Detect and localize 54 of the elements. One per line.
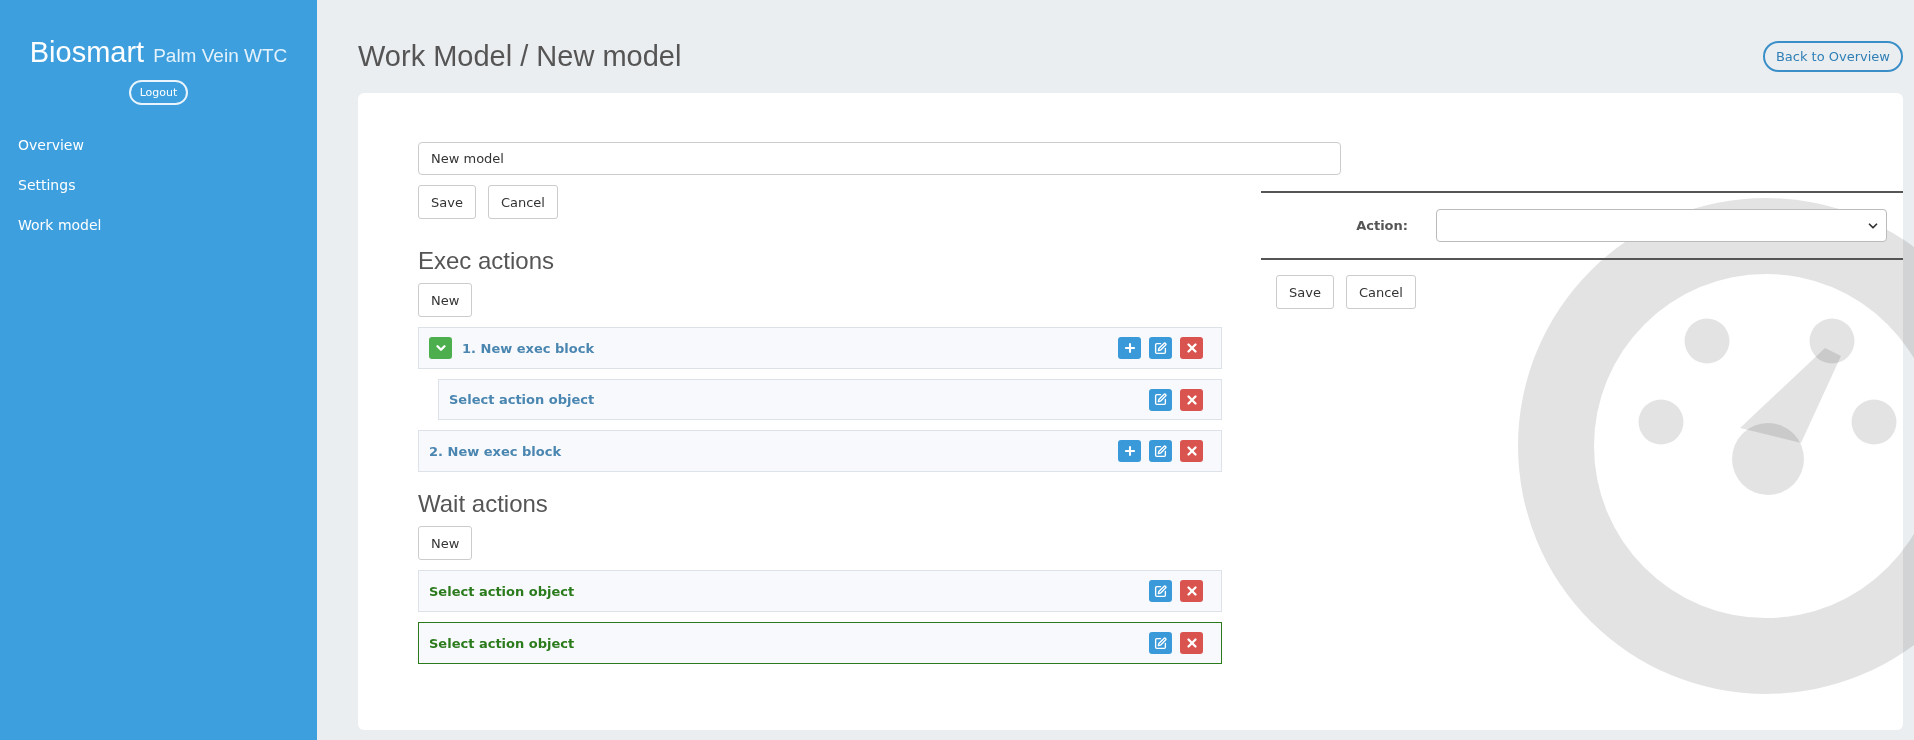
brand-subtitle: Palm Vein WTC	[153, 45, 288, 67]
delete-button[interactable]	[1180, 580, 1203, 602]
action-title: Select action object	[429, 635, 576, 651]
page-title: Work Model / New model	[358, 40, 682, 73]
action-label: Action:	[1355, 218, 1408, 233]
cancel-button[interactable]: Cancel	[487, 185, 558, 219]
add-button[interactable]	[1118, 337, 1141, 359]
edit-button[interactable]	[1149, 632, 1172, 654]
back-button[interactable]: Back to Overview	[1762, 41, 1903, 72]
action-title: Select action object	[429, 583, 576, 599]
logout-button[interactable]: Logout	[128, 80, 189, 105]
new-button[interactable]: New	[418, 283, 473, 317]
edit-button[interactable]	[1149, 580, 1172, 602]
edit-button[interactable]	[1149, 337, 1172, 359]
exec-block-row[interactable]: 2. New exec block	[418, 430, 1222, 472]
nav-link[interactable]: Settings	[0, 165, 317, 205]
edit-button[interactable]	[1149, 388, 1172, 411]
edit-button[interactable]	[1149, 440, 1172, 462]
action-row[interactable]: Select action object	[438, 379, 1222, 420]
nav-link[interactable]: Overview	[0, 125, 317, 165]
block-title: 2. New exec block	[429, 443, 563, 459]
action-title: Select action object	[449, 392, 596, 407]
exec-block-row[interactable]: 1. New exec block	[418, 327, 1222, 369]
nav-link[interactable]: Work model	[0, 205, 317, 245]
add-button[interactable]	[1118, 440, 1141, 462]
toggle-button[interactable]	[429, 337, 452, 359]
wait-action-row[interactable]: Select action object	[418, 570, 1222, 612]
section-heading: Wait actions	[418, 490, 549, 518]
delete-button[interactable]	[1180, 632, 1203, 654]
save-button[interactable]: Save	[1276, 275, 1334, 309]
edit-icon	[1154, 444, 1167, 458]
edit-icon	[1154, 584, 1167, 598]
block-title: 1. New exec block	[462, 340, 596, 356]
edit-icon	[1154, 341, 1167, 355]
close-icon	[1184, 584, 1199, 598]
delete-button[interactable]	[1180, 388, 1203, 411]
model-name-field[interactable]: New model	[418, 142, 1341, 175]
plus-icon	[1122, 444, 1137, 458]
plus-icon	[1122, 341, 1137, 355]
edit-icon	[1154, 636, 1167, 650]
section-heading: Exec actions	[418, 247, 556, 275]
edit-icon	[1154, 393, 1167, 406]
action-select[interactable]	[1436, 209, 1887, 242]
new-button[interactable]: New	[418, 526, 473, 560]
brand-name: Biosmart	[29, 36, 145, 69]
cancel-button[interactable]: Cancel	[1345, 275, 1416, 309]
close-icon	[1184, 444, 1199, 458]
wait-action-row[interactable]: Select action object	[418, 622, 1222, 664]
close-icon	[1184, 341, 1199, 355]
delete-button[interactable]	[1180, 440, 1203, 462]
close-icon	[1184, 392, 1199, 407]
save-button[interactable]: Save	[418, 185, 476, 219]
close-icon	[1184, 636, 1199, 650]
delete-button[interactable]	[1180, 337, 1203, 359]
